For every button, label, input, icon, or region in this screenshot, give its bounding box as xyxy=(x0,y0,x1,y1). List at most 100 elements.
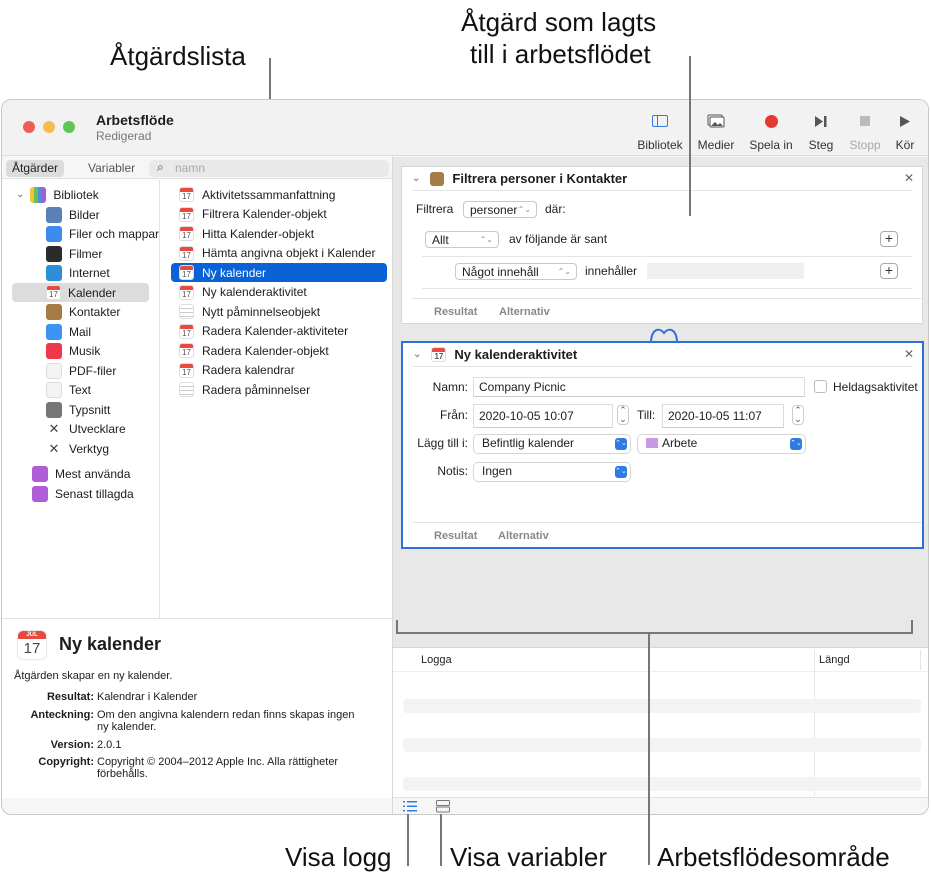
calendar-popup[interactable]: Arbete ⌃⌄ xyxy=(638,435,805,453)
sidebar-item-label: Filmer xyxy=(69,246,103,261)
calendar-icon: 17 xyxy=(179,226,194,241)
sidebar-item-text[interactable]: Text xyxy=(46,381,91,400)
step-button[interactable]: Steg xyxy=(806,110,836,152)
close-icon[interactable]: ✕ xyxy=(904,347,914,361)
add-to-popup[interactable]: Befintlig kalender ⌃⌄ xyxy=(474,435,630,453)
log-row xyxy=(403,777,921,791)
tab-results[interactable]: Resultat xyxy=(434,306,477,318)
show-variables-icon[interactable] xyxy=(436,800,450,813)
sidebar-item-kontakter[interactable]: Kontakter xyxy=(46,303,120,322)
log-pane: Logga Längd xyxy=(393,647,928,797)
description-key: Resultat: xyxy=(46,691,94,703)
show-log-icon[interactable] xyxy=(403,801,417,812)
tab-results[interactable]: Resultat xyxy=(434,530,477,542)
sidebar-item-internet[interactable]: Internet xyxy=(46,264,110,283)
calendar-large-icon: JUL 17 xyxy=(18,631,46,659)
calendar-icon: 17 xyxy=(179,245,194,261)
tab-options[interactable]: Alternativ xyxy=(499,306,550,318)
sidebar-item-bilder[interactable]: Bilder xyxy=(46,205,100,224)
chevron-down-icon[interactable]: ⌄ xyxy=(412,173,420,184)
media-button[interactable]: Medier xyxy=(696,110,736,152)
action-item[interactable]: Nytt påminnelseobjekt xyxy=(171,302,387,321)
action-item-label: Filtrera Kalender-objekt xyxy=(202,207,327,221)
contacts-icon xyxy=(46,304,62,320)
window-subtitle: Redigerad xyxy=(96,129,152,143)
action-item[interactable]: 17 Hitta Kalender-objekt xyxy=(171,224,387,243)
action-item[interactable]: 17 Ny kalender xyxy=(171,263,387,282)
action-item[interactable]: 17 Ny kalenderaktivitet xyxy=(171,283,387,302)
smart-group-recently-added[interactable]: Senast tillagda xyxy=(32,484,134,503)
filter-type-popup[interactable]: personer ⌃⌄ xyxy=(463,201,537,218)
titlebar: Arbetsflöde Redigerad Bibliotek Medier S… xyxy=(2,100,928,156)
add-criteria-button[interactable]: + xyxy=(880,231,898,247)
criteria-field-popup[interactable]: Något innehåll ⌃⌄ xyxy=(455,263,577,280)
to-date-stepper[interactable]: ⌃ ⌄ xyxy=(792,405,804,425)
record-button[interactable]: Spela in xyxy=(748,110,794,152)
calendar-icon: 17 xyxy=(179,206,194,222)
calendar-icon: 17 xyxy=(179,323,194,339)
automator-window: Arbetsflöde Redigerad Bibliotek Medier S… xyxy=(1,99,929,815)
column-log[interactable]: Logga xyxy=(421,654,452,666)
description-value: Kalendrar i Kalender xyxy=(97,691,198,703)
chevron-down-icon: ⌄ xyxy=(16,189,25,200)
from-date-stepper[interactable]: ⌃ ⌄ xyxy=(617,405,629,425)
sidebar-item-label: Kontakter xyxy=(69,305,121,319)
match-popup[interactable]: Allt ⌃⌄ xyxy=(425,231,499,248)
action-item[interactable]: 17 Radera Kalender-objekt xyxy=(171,341,387,360)
run-button[interactable]: Kör xyxy=(892,110,918,152)
action-item-label: Radera Kalender-objekt xyxy=(202,343,329,358)
sidebar-item-pdf-filer[interactable]: PDF-filer xyxy=(46,361,116,380)
action-item[interactable]: Radera påminnelser xyxy=(171,380,387,399)
action-item[interactable]: 17 Hämta angivna objekt i Kalender xyxy=(171,244,387,263)
column-duration[interactable]: Längd xyxy=(819,654,850,666)
stop-button[interactable]: Stopp xyxy=(847,110,883,152)
sidebar-item-musik[interactable]: Musik xyxy=(46,342,100,361)
from-date-field[interactable]: 2020-10-05 10:07 xyxy=(473,404,613,428)
action-item[interactable]: 17 Filtrera Kalender-objekt xyxy=(171,205,387,224)
library-button[interactable]: Bibliotek xyxy=(635,110,685,152)
close-icon[interactable]: ✕ xyxy=(904,171,914,185)
zoom-window-button[interactable] xyxy=(63,121,75,133)
name-label: Namn: xyxy=(432,380,468,394)
action-item[interactable]: 17 Aktivitetssammanfattning xyxy=(171,185,387,204)
calendar-icon: 17 xyxy=(179,187,194,202)
sidebar-item-filer-och-mappar[interactable]: Filer och mappar xyxy=(46,225,159,244)
sidebar-item-typsnitt[interactable]: Typsnitt xyxy=(46,400,110,419)
action-item-label: Ny kalender xyxy=(202,265,267,280)
description-title: Ny kalender xyxy=(59,634,162,654)
alert-popup[interactable]: Ingen ⌃⌄ xyxy=(474,463,630,481)
criteria-value-input[interactable] xyxy=(647,263,804,279)
library-root[interactable]: ⌄ Bibliotek xyxy=(16,185,99,204)
all-day-checkbox[interactable] xyxy=(814,380,827,393)
alert-label: Notis: xyxy=(437,464,468,478)
workflow-area: ⌄ Filtrera personer i Kontakter ✕ Filtre… xyxy=(392,157,928,814)
name-field[interactable]: Company Picnic xyxy=(473,377,805,397)
search-input[interactable]: ⌕ namn xyxy=(149,160,389,177)
sidebar-item-kalender[interactable]: 17 Kalender xyxy=(12,283,149,302)
sidebar-item-verktyg[interactable]: ✕ Verktyg xyxy=(46,439,109,458)
close-window-button[interactable] xyxy=(23,121,35,133)
sidebar-item-utvecklare[interactable]: ✕ Utvecklare xyxy=(46,420,126,439)
tab-variables[interactable]: Variabler xyxy=(82,160,141,177)
description-value: 2.0.1 xyxy=(97,739,122,751)
sidebar-item-mail[interactable]: Mail xyxy=(46,322,91,341)
chevron-down-icon[interactable]: ⌄ xyxy=(413,349,421,360)
sidebar-item-filmer[interactable]: Filmer xyxy=(46,244,102,263)
to-date-field[interactable]: 2020-10-05 11:07 xyxy=(662,404,784,428)
callout-action-added-1: Åtgärd som lagts xyxy=(461,7,657,37)
minimize-window-button[interactable] xyxy=(43,121,55,133)
description-value: Copyright © 2004–2012 Apple Inc. Alla rä… xyxy=(97,756,339,780)
tab-actions[interactable]: Åtgärder xyxy=(6,160,65,177)
callout-line-action-added xyxy=(689,56,691,216)
action-item[interactable]: 17 Radera Kalender-aktiviteter xyxy=(171,322,387,341)
action-item-label: Hämta angivna objekt i Kalender xyxy=(202,246,376,260)
to-label: Till: xyxy=(637,408,656,422)
tab-options[interactable]: Alternativ xyxy=(498,530,549,542)
sidebar-item-label: Text xyxy=(69,383,92,397)
callout-action-list: Åtgärdslista xyxy=(110,41,246,71)
action-item[interactable]: 17 Radera kalendrar xyxy=(171,361,387,380)
calendar-icon: 17 xyxy=(179,265,194,280)
stop-icon xyxy=(860,116,870,126)
smart-group-most-used[interactable]: Mest använda xyxy=(32,464,130,483)
add-criteria-button-2[interactable]: + xyxy=(880,263,898,279)
